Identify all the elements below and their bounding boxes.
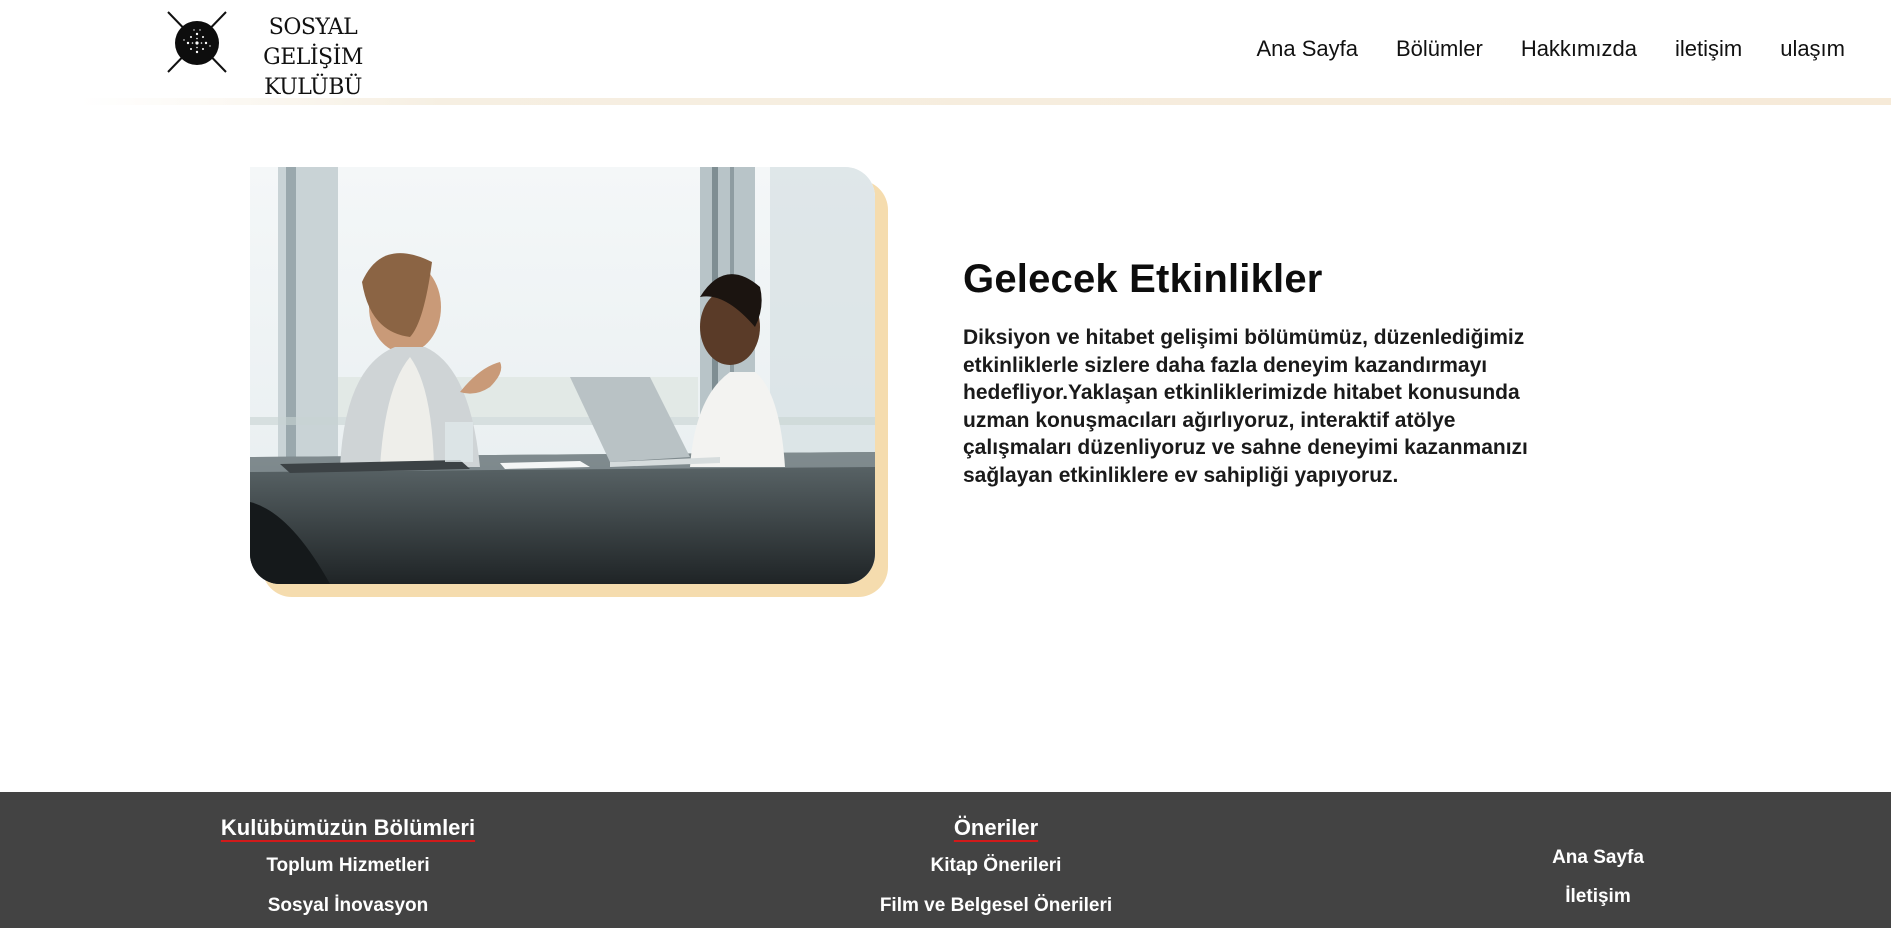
footer-sections-column: Kulübümüzün Bölümleri Toplum Hizmetleri … [198,814,498,928]
footer-link-book-recommendations[interactable]: Kitap Önerileri [846,853,1146,879]
meeting-photo [250,167,875,584]
logo-wordmark: SOSYAL GELİŞİM KULÜBÜ [228,13,398,103]
nav-link-transport[interactable]: ulaşım [1780,34,1845,64]
logo-line-1: SOSYAL GELİŞİM [263,15,363,70]
page-title: Gelecek Etkinlikler [963,257,1323,301]
footer-link-contact[interactable]: İletişim [1498,884,1698,910]
nav-link-contact[interactable]: iletişim [1675,34,1742,64]
site-footer: Kulübümüzün Bölümleri Toplum Hizmetleri … [0,792,1891,928]
event-photo-card [250,167,888,597]
site-header: SOSYAL GELİŞİM KULÜBÜ Ana Sayfa Bölümler… [0,0,1891,100]
upcoming-events-section: Gelecek Etkinlikler Diksiyon ve hitabet … [963,254,1563,489]
footer-recommendations-title: Öneriler [953,815,1039,840]
footer-link-community-service[interactable]: Toplum Hizmetleri [198,853,498,879]
nav-link-about[interactable]: Hakkımızda [1521,34,1637,64]
club-logo[interactable]: SOSYAL GELİŞİM KULÜBÜ [164,10,404,100]
footer-sections-title: Kulübümüzün Bölümleri [220,815,476,840]
footer-links-column: Ana Sayfa İletişim [1498,845,1698,923]
main-nav: Ana Sayfa Bölümler Hakkımızda iletişim u… [1256,34,1845,64]
footer-link-social-innovation[interactable]: Sosyal İnovasyon [198,893,498,919]
nav-link-sections[interactable]: Bölümler [1396,34,1483,64]
logo-emblem-icon [167,11,227,73]
header-divider [80,98,1891,105]
events-description: Diksiyon ve hitabet gelişimi bölümümüz, … [963,326,1528,487]
footer-link-film-recommendations[interactable]: Film ve Belgesel Önerileri [846,893,1146,919]
footer-recommendations-column: Öneriler Kitap Önerileri Film ve Belgese… [846,814,1146,928]
nav-link-home[interactable]: Ana Sayfa [1256,34,1358,64]
footer-link-home[interactable]: Ana Sayfa [1498,845,1698,871]
meeting-photo-icon [250,167,875,584]
